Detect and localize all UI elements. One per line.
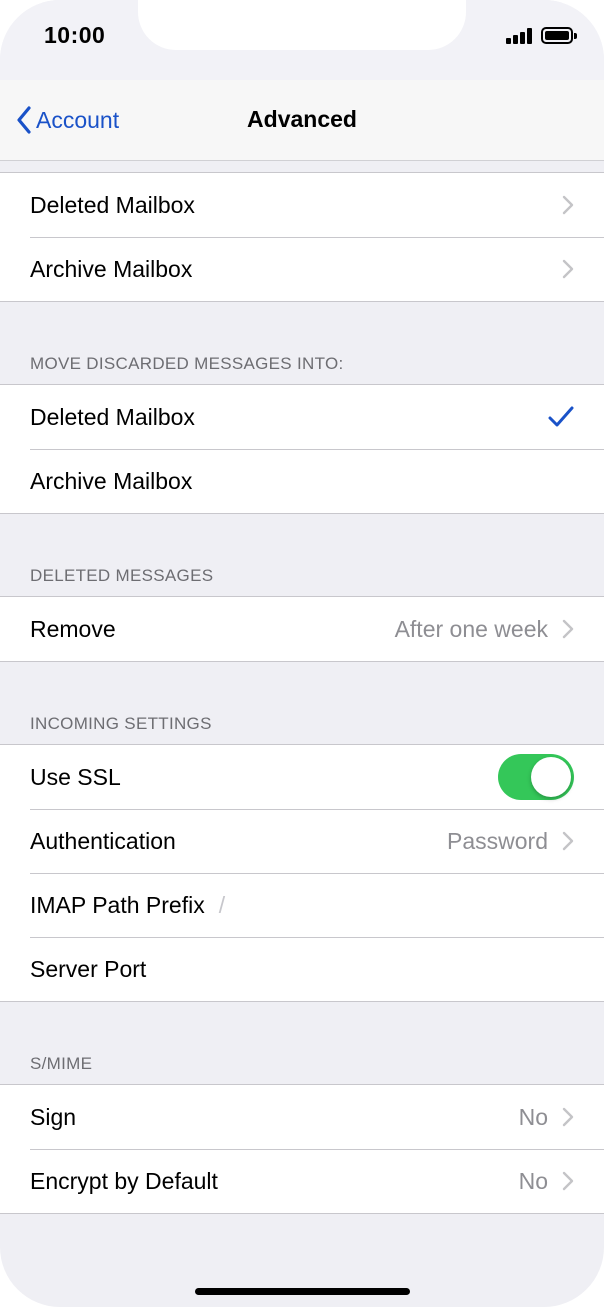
chevron-right-icon [562, 259, 574, 279]
row-value: No [518, 1103, 548, 1130]
notch [138, 0, 466, 50]
toggle-knob [531, 757, 571, 797]
discard-deleted-mailbox-option[interactable]: Deleted Mailbox [0, 385, 604, 449]
imap-path-prefix-row[interactable]: IMAP Path Prefix / [0, 873, 604, 937]
deleted-mailbox-row[interactable]: Deleted Mailbox [0, 173, 604, 237]
sign-row[interactable]: Sign No [0, 1085, 604, 1149]
chevron-right-icon [562, 1107, 574, 1127]
encrypt-by-default-row[interactable]: Encrypt by Default No [0, 1149, 604, 1213]
row-label: Deleted Mailbox [30, 403, 195, 430]
row-label: Use SSL [30, 763, 121, 790]
section-header-incoming: INCOMING SETTINGS [30, 714, 212, 733]
status-bar: 10:00 [0, 0, 604, 80]
settings-list: Deleted Mailbox Archive Mailbox MOVE DIS… [0, 161, 604, 1214]
use-ssl-toggle[interactable] [498, 754, 574, 800]
row-label: Encrypt by Default [30, 1167, 218, 1194]
row-value: Password [447, 827, 548, 854]
chevron-right-icon [562, 831, 574, 851]
row-label: Archive Mailbox [30, 255, 193, 282]
row-label: Authentication [30, 827, 176, 854]
imap-path-prefix-field[interactable]: / [219, 892, 225, 919]
row-label: Server Port [30, 955, 147, 982]
phone-screen: 10:00 Account Advanced Deleted Mailbox A… [0, 0, 604, 1307]
row-value: After one week [394, 615, 548, 642]
remove-row[interactable]: Remove After one week [0, 597, 604, 661]
archive-mailbox-row[interactable]: Archive Mailbox [0, 237, 604, 301]
row-label: Sign [30, 1103, 77, 1130]
page-title: Advanced [247, 106, 357, 132]
row-value: No [518, 1167, 548, 1194]
discarded-group: Deleted Mailbox Archive Mailbox [0, 384, 604, 514]
row-label: Deleted Mailbox [30, 191, 195, 218]
chevron-right-icon [562, 195, 574, 215]
section-header-discarded: MOVE DISCARDED MESSAGES INTO: [30, 354, 344, 373]
section-header-deleted-messages: DELETED MESSAGES [30, 566, 214, 585]
incoming-settings-group: Use SSL Authentication Password IMAP Pat… [0, 744, 604, 1002]
signal-icon [506, 28, 534, 44]
row-label: Archive Mailbox [30, 467, 193, 494]
chevron-right-icon [562, 619, 574, 639]
row-label: IMAP Path Prefix [30, 891, 205, 918]
section-header-smime: S/MIME [30, 1054, 93, 1073]
discard-archive-mailbox-option[interactable]: Archive Mailbox [0, 449, 604, 513]
mailbox-group: Deleted Mailbox Archive Mailbox [0, 172, 604, 302]
navigation-bar: Account Advanced [0, 80, 604, 161]
battery-icon [541, 27, 577, 44]
smime-group: Sign No Encrypt by Default No [0, 1084, 604, 1214]
status-time: 10:00 [44, 22, 106, 48]
deleted-messages-group: Remove After one week [0, 596, 604, 662]
row-label: Remove [30, 615, 116, 642]
chevron-right-icon [562, 1171, 574, 1191]
authentication-row[interactable]: Authentication Password [0, 809, 604, 873]
server-port-row[interactable]: Server Port [0, 937, 604, 1001]
home-indicator[interactable] [195, 1288, 410, 1295]
use-ssl-row: Use SSL [0, 745, 604, 809]
checkmark-icon [548, 406, 574, 427]
